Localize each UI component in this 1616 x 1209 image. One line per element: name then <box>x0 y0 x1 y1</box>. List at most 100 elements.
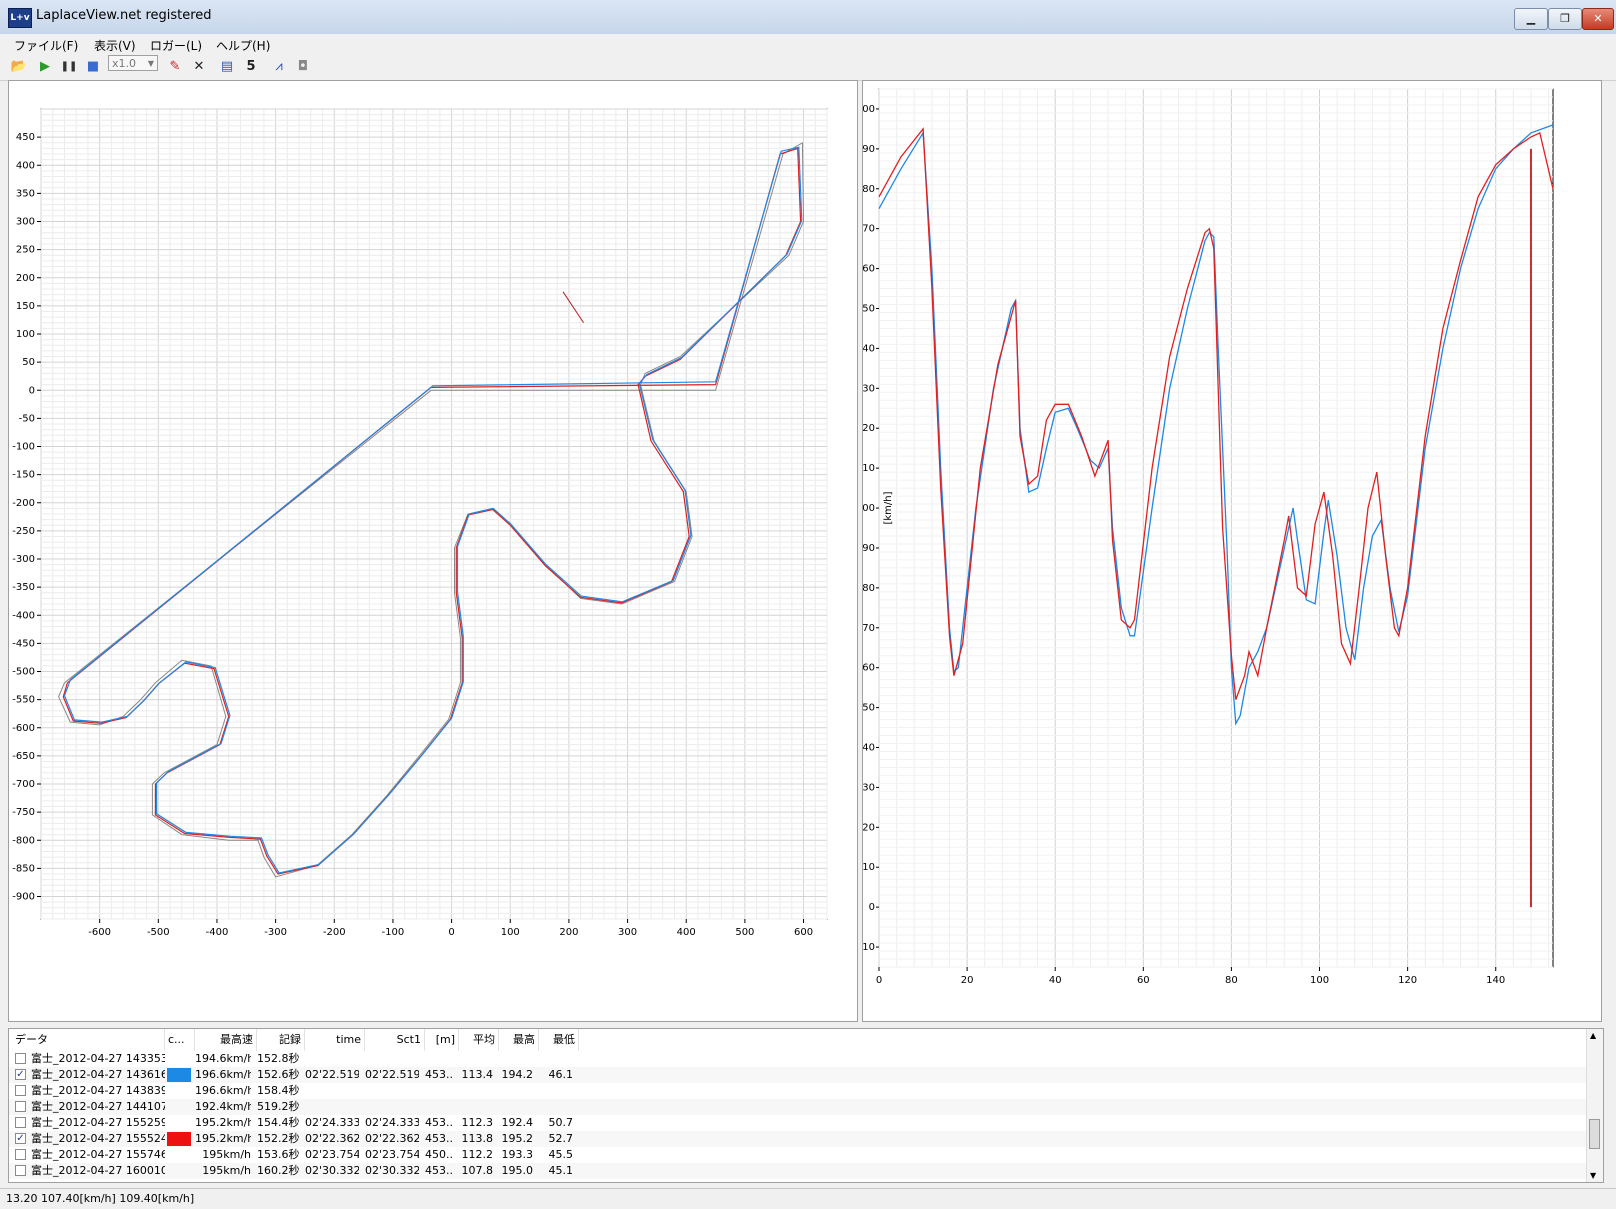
camera-icon[interactable]: ◘ <box>294 58 312 76</box>
row-checkbox[interactable] <box>15 1117 26 1128</box>
menu-help[interactable]: ヘルプ(H) <box>216 37 270 54</box>
chart-y-tick-label: 20 <box>863 822 875 833</box>
speed-chart[interactable]: 2001901801701601501401301201101009080706… <box>856 81 1601 1021</box>
cell-avg <box>459 1083 493 1099</box>
column-header[interactable]: time <box>305 1029 365 1051</box>
cell-record: 152.6秒 <box>257 1068 299 1081</box>
cell-min: 46.1 <box>548 1068 574 1081</box>
open-folder-icon[interactable]: 📂 <box>10 58 28 76</box>
table-row[interactable]: 富士_2012-04-27 155746 195km/h 153.6秒 02'23.7… <box>9 1147 1589 1163</box>
column-header[interactable]: 平均 <box>459 1029 499 1051</box>
cell-sct1: 02'23.754 <box>365 1148 419 1161</box>
map-y-tick-label: -100 <box>12 442 35 453</box>
pen-icon[interactable]: ✎ <box>166 58 184 76</box>
cell-color-swatch <box>167 1148 191 1162</box>
cell-m: 453... <box>425 1116 453 1129</box>
maximize-button[interactable]: ❐ <box>1548 8 1582 30</box>
cell-time <box>305 1083 359 1099</box>
delete-icon[interactable]: ✕ <box>190 58 208 76</box>
graph-icon[interactable]: ⩘ <box>270 58 288 76</box>
map-y-tick-label: -700 <box>12 779 35 790</box>
zoom-select[interactable]: x1.0 ▼ <box>108 55 158 71</box>
table-scrollbar[interactable]: ▲ ▼ <box>1586 1029 1603 1182</box>
cell-sct1 <box>365 1099 419 1115</box>
scroll-thumb[interactable] <box>1589 1119 1600 1149</box>
chart-y-tick-label: 60 <box>863 663 875 674</box>
export-icon[interactable]: ▤ <box>218 58 236 76</box>
chart-x-tick-label: 40 <box>1049 975 1062 986</box>
column-header[interactable]: [m] <box>425 1029 459 1051</box>
chart-y-tick-label: 150 <box>863 304 875 315</box>
minimize-button[interactable]: ▁ <box>1514 8 1548 30</box>
column-header[interactable]: 最高 <box>499 1029 539 1051</box>
column-header[interactable]: データ <box>9 1029 165 1051</box>
table-row[interactable]: 富士_2012-04-27 143353 194.6km/h 152.8秒 <box>9 1051 1589 1067</box>
table-row[interactable]: 富士_2012-04-27 143839 196.6km/h 158.4秒 <box>9 1083 1589 1099</box>
chart-y-tick-label: 40 <box>863 743 875 754</box>
cell-max_speed: 195km/h <box>202 1164 251 1177</box>
map-y-tick-label: -200 <box>12 498 35 509</box>
window-title: LaplaceView.net registered <box>36 8 212 23</box>
map-y-tick-label: -850 <box>12 863 35 874</box>
column-header[interactable]: 最低 <box>539 1029 579 1051</box>
row-checkbox[interactable] <box>15 1165 26 1176</box>
cell-avg <box>459 1099 493 1115</box>
row-checkbox[interactable] <box>15 1053 26 1064</box>
map-y-tick-label: -450 <box>12 638 35 649</box>
map-y-tick-label: -500 <box>12 667 35 678</box>
column-header[interactable]: 記録 <box>257 1029 305 1051</box>
chart-x-tick-label: 0 <box>876 975 882 986</box>
map-x-tick-label: -200 <box>323 927 346 938</box>
chart-x-tick-label: 80 <box>1225 975 1238 986</box>
cell-min: 52.7 <box>548 1132 574 1145</box>
row-checkbox[interactable]: ✓ <box>15 1133 26 1144</box>
map-x-tick-label: 0 <box>448 927 454 938</box>
play-icon[interactable]: ▶ <box>36 58 54 76</box>
lap-count-icon[interactable]: 5 <box>242 58 260 76</box>
cell-avg: 112.3 <box>461 1116 494 1129</box>
stop-icon[interactable]: ■ <box>84 58 102 76</box>
row-checkbox[interactable] <box>15 1149 26 1160</box>
cell-record: 153.6秒 <box>257 1148 299 1161</box>
cell-time <box>305 1051 359 1067</box>
cell-max_speed: 195.2km/h <box>195 1116 251 1129</box>
scroll-up-icon[interactable]: ▲ <box>1590 1031 1596 1040</box>
chart-y-tick-label: 170 <box>863 224 875 235</box>
map-y-tick-label: -800 <box>12 835 35 846</box>
cell-max: 194.2 <box>501 1068 534 1081</box>
map-y-tick-label: -50 <box>19 413 35 424</box>
table-row[interactable]: 富士_2012-04-27 160010 195km/h 160.2秒 02'30.3… <box>9 1163 1589 1179</box>
row-checkbox[interactable] <box>15 1101 26 1112</box>
row-checkbox[interactable] <box>15 1085 26 1096</box>
chart-x-tick-label: 20 <box>961 975 974 986</box>
map-x-tick-label: 200 <box>559 927 578 938</box>
menu-file[interactable]: ファイル(F) <box>14 37 78 54</box>
cell-max: 195.0 <box>501 1164 534 1177</box>
cell-color-swatch <box>167 1164 191 1178</box>
map-y-tick-label: 400 <box>16 160 35 171</box>
table-row[interactable]: ✓ 富士_2012-04-27 143616 196.6km/h 152.6秒 02'2… <box>9 1067 1589 1083</box>
column-header[interactable]: c... <box>165 1029 195 1051</box>
column-header[interactable]: 最高速 <box>195 1029 257 1051</box>
table-row[interactable]: 富士_2012-04-27 155259 195.2km/h 154.4秒 02'24… <box>9 1115 1589 1131</box>
track-map[interactable]: -600 -500 -400 -300 -200 -100 0 100 200 300 400 500… <box>9 81 857 1021</box>
track-map-panel[interactable]: -600 -500 -400 -300 -200 -100 0 100 200 300 400 500… <box>8 80 858 1022</box>
cell-max_speed: 194.6km/h <box>195 1052 251 1065</box>
map-y-tick-label: 150 <box>16 301 35 312</box>
cell-time: 02'22.362 <box>305 1132 359 1145</box>
map-y-tick-label: -250 <box>12 526 35 537</box>
map-x-tick-label: -300 <box>264 927 287 938</box>
menu-logger[interactable]: ロガー(L) <box>150 37 202 54</box>
column-header[interactable]: Sct1 <box>365 1029 425 1051</box>
menu-view[interactable]: 表示(V) <box>94 37 136 54</box>
scroll-down-icon[interactable]: ▼ <box>1590 1171 1596 1180</box>
table-row[interactable]: 富士_2012-04-27 144107 192.4km/h 519.2秒 <box>9 1099 1589 1115</box>
cell-m <box>425 1083 453 1099</box>
pause-icon[interactable]: ❚❚ <box>60 58 78 76</box>
chart-y-tick-label: 110 <box>863 463 875 474</box>
table-row[interactable]: ✓ 富士_2012-04-27 155524 195.2km/h 152.2秒 02'2… <box>9 1131 1589 1147</box>
close-button[interactable]: ✕ <box>1582 8 1614 30</box>
row-checkbox[interactable]: ✓ <box>15 1069 26 1080</box>
speed-chart-panel[interactable]: 2001901801701601501401301201101009080706… <box>856 80 1602 1022</box>
chart-y-axis-label: [km/h] <box>883 491 894 524</box>
